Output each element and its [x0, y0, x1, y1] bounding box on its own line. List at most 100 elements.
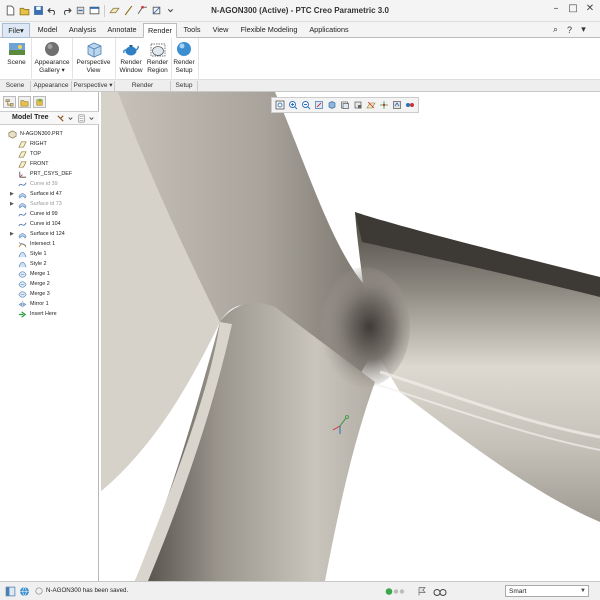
favorites-tab[interactable] — [33, 96, 46, 108]
toggle-navigator-icon[interactable] — [5, 586, 16, 597]
tab-annotate[interactable]: Annotate — [102, 23, 142, 38]
render-region-button[interactable]: Render Region — [145, 38, 170, 74]
tree-node[interactable]: TOP — [18, 149, 41, 158]
chevron-down-icon: ▾ — [20, 26, 24, 35]
maximize-button[interactable]: □ — [565, 3, 581, 17]
tree-node[interactable]: ▶ Surface id 73 — [10, 199, 62, 209]
browser-icon[interactable] — [19, 586, 30, 597]
tree-node[interactable]: Curve id 99 — [18, 209, 58, 218]
zoom-in-icon[interactable] — [287, 99, 299, 111]
tab-tools[interactable]: Tools — [178, 23, 206, 38]
view-manager-icon[interactable] — [352, 99, 364, 111]
title-bar: N-AGON300 (Active) - PTC Creo Parametric… — [0, 0, 600, 22]
model-tree-tab[interactable] — [3, 96, 16, 108]
tab-file[interactable]: File▾ — [2, 23, 30, 38]
tree-node[interactable]: Merge 1 — [18, 270, 50, 279]
annotation-display-icon[interactable] — [391, 99, 403, 111]
selection-filter-icon[interactable] — [433, 586, 447, 597]
tree-node[interactable]: RIGHT — [18, 139, 47, 148]
perspective-view-button[interactable]: Perspective View — [75, 38, 112, 74]
flag-icon[interactable] — [417, 586, 427, 597]
tree-node[interactable]: Curve id 104 — [18, 219, 61, 228]
tab-view[interactable]: View — [207, 23, 234, 38]
tab-applications[interactable]: Applications — [304, 23, 354, 38]
chevron-down-icon: ▼ — [580, 588, 586, 594]
datum-plane-icon — [18, 160, 27, 168]
appearance-edit-icon[interactable] — [404, 99, 416, 111]
tree-node-label: Insert Here — [30, 311, 57, 318]
merge-icon — [18, 270, 27, 278]
model-tree-header: Model Tree — [0, 111, 99, 125]
tree-node[interactable]: ▶ Surface id 124 — [10, 230, 65, 239]
tab-analysis[interactable]: Analysis — [64, 23, 101, 38]
search-icon[interactable]: ⌕ — [550, 24, 561, 35]
tree-node[interactable]: FRONT — [18, 159, 49, 168]
tree-node-label: Curve id 104 — [30, 220, 61, 227]
tree-node[interactable]: ▶ Surface id 47 — [10, 189, 62, 199]
status-message: N-AGON300 has been saved. — [46, 587, 129, 594]
minimize-button[interactable]: – — [548, 3, 564, 17]
tree-node-label: Mirror 1 — [30, 301, 49, 308]
curve-icon — [18, 180, 27, 188]
render-window-label: Render — [120, 59, 142, 66]
graphics-toolbar — [271, 97, 419, 113]
tools-icon[interactable] — [56, 114, 65, 123]
repaint-icon[interactable] — [313, 99, 325, 111]
zoom-out-icon[interactable] — [300, 99, 312, 111]
chevron-down-icon[interactable]: ▾ — [578, 24, 589, 35]
display-style-icon[interactable] — [326, 99, 338, 111]
scene-button[interactable]: Scene — [4, 38, 29, 66]
tree-node[interactable]: Curve id 39 — [18, 179, 58, 188]
tree-settings-icon[interactable] — [77, 114, 86, 123]
tree-node[interactable]: N-AGON300.PRT — [8, 129, 63, 138]
regeneration-status-icon[interactable] — [385, 587, 407, 596]
surface-icon — [18, 230, 27, 239]
surface-icon — [18, 190, 27, 199]
group-label-scene: Scene — [0, 81, 31, 91]
refit-icon[interactable] — [274, 99, 286, 111]
group-label-perspective[interactable]: Perspective ▾ — [72, 81, 115, 91]
render-setup-button[interactable]: Render Setup — [172, 38, 196, 74]
tree-node-label: Style 1 — [30, 251, 47, 258]
tab-render[interactable]: Render — [143, 23, 177, 38]
ribbon-tabs: File▾ Model Analysis Annotate Render Too… — [0, 22, 600, 38]
chevron-down-icon[interactable] — [66, 114, 75, 123]
tab-model[interactable]: Model — [32, 23, 63, 38]
tree-node[interactable]: Merge 3 — [18, 290, 50, 299]
spin-center-icon[interactable] — [378, 99, 390, 111]
tree-node[interactable]: Style 1 — [18, 250, 46, 259]
folder-browser-tab[interactable] — [18, 96, 31, 108]
appearance-gallery-label: Gallery ▾ — [39, 67, 65, 74]
message-icon — [35, 587, 43, 595]
expand-arrow-icon[interactable]: ▶ — [10, 231, 14, 237]
expand-arrow-icon[interactable]: ▶ — [10, 201, 14, 207]
tree-node[interactable]: Intersect 1 — [18, 240, 55, 249]
render-window-button[interactable]: Render Window — [117, 38, 145, 74]
chevron-down-icon[interactable] — [87, 114, 96, 123]
ribbon-group-labels: Scene Appearance Perspective ▾ Render Se… — [0, 80, 600, 92]
tree-node[interactable]: Style 2 — [18, 260, 46, 269]
tab-flexible-modeling[interactable]: Flexible Modeling — [235, 23, 303, 38]
group-label-appearance[interactable]: Appearance — [31, 81, 72, 91]
model-tree-panel: Model Tree N-AGON300.PRT RIGHT TOP FRONT PRT… — [0, 92, 99, 581]
help-icon[interactable]: ? — [564, 24, 575, 35]
ribbon: Scene Appearance Gallery ▾ Perspective V… — [0, 38, 600, 80]
selection-filter-dropdown[interactable]: Smart ▼ — [505, 585, 589, 597]
datum-display-filters-icon[interactable] — [365, 99, 377, 111]
tree-node[interactable]: PRT_CSYS_DEF — [18, 169, 72, 178]
datum-plane-icon — [18, 150, 27, 158]
part-model-render[interactable] — [100, 92, 600, 581]
merge-icon — [18, 290, 27, 298]
graphics-viewport[interactable] — [100, 92, 600, 581]
render-region-icon — [150, 43, 165, 57]
close-button[interactable]: ✕ — [582, 3, 598, 17]
render-setup-sphere-icon — [177, 42, 191, 56]
appearance-gallery-button[interactable]: Appearance Gallery ▾ — [33, 38, 71, 74]
tree-node-label: Surface id 47 — [30, 190, 62, 197]
tree-node[interactable]: Mirror 1 — [18, 300, 49, 309]
expand-arrow-icon[interactable]: ▶ — [10, 191, 14, 197]
tree-node[interactable]: Merge 2 — [18, 280, 50, 289]
tree-node[interactable]: Insert Here — [18, 310, 57, 319]
group-label-render: Render — [115, 81, 171, 91]
saved-orientations-icon[interactable] — [339, 99, 351, 111]
